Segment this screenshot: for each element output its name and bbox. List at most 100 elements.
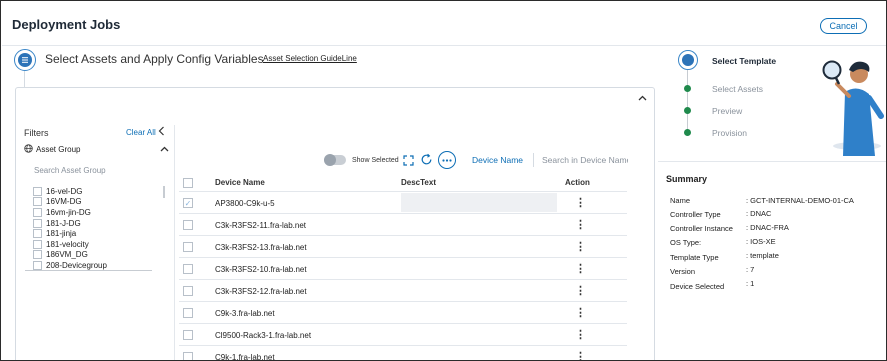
chevron-left-icon[interactable] (158, 126, 165, 139)
more-options-icon[interactable] (438, 151, 456, 169)
summary-value-controller-type: : DNAC (746, 209, 772, 218)
row-checkbox[interactable] (183, 242, 193, 252)
checkbox[interactable] (33, 218, 42, 228)
person-with-magnifier-illustration (809, 46, 886, 156)
asset-group-label: Asset Group (36, 145, 81, 154)
row-action-menu[interactable]: ⋮ (575, 284, 586, 297)
show-selected-toggle[interactable] (324, 154, 346, 166)
device-name-cell: Cl9500-Rack3-1.fra-lab.net (215, 331, 312, 340)
row-action-menu[interactable]: ⋮ (575, 218, 586, 231)
checkbox[interactable] (33, 207, 42, 217)
device-name-cell: C3k-R3FS2-11.fra-lab.net (215, 221, 306, 230)
page-header: Deployment Jobs Cancel (2, 2, 886, 46)
device-search-input[interactable]: Search in Device Name (542, 155, 628, 165)
show-selected-label: Show Selected (352, 157, 399, 164)
table-row[interactable]: C9k-3.fra-lab.net ⋮ (179, 302, 627, 324)
wizard-step-icon (678, 50, 698, 70)
row-checkbox[interactable] (183, 264, 193, 274)
asset-group-name: 16VM-DG (46, 197, 82, 207)
table-row[interactable]: C3k-R3FS2-13.fra-lab.net ⋮ (179, 236, 627, 258)
asset-group-item[interactable]: 16VM-DG (33, 197, 163, 208)
row-action-menu[interactable]: ⋮ (575, 262, 586, 275)
row-action-menu[interactable]: ⋮ (575, 350, 586, 360)
asset-group-item[interactable]: 186VM_DG (33, 250, 163, 261)
checkbox[interactable] (33, 229, 42, 239)
asset-group-item[interactable]: 181-J-DG (33, 218, 163, 229)
wizard-connector (687, 70, 688, 133)
section-title: Select Assets and Apply Config Variables (45, 52, 264, 66)
summary-value: 1 (750, 279, 755, 288)
summary-key-name: Name (670, 196, 691, 205)
asset-group-item[interactable]: 181-velocity (33, 239, 163, 250)
asset-list-divider (25, 270, 152, 271)
summary-value-version: : 7 (746, 265, 755, 274)
asset-group-item[interactable]: 208-Devicegroup (33, 260, 163, 270)
asset-selection-guideline-link[interactable]: Asset Selection GuideLine (263, 54, 357, 63)
desc-text-input[interactable] (401, 193, 557, 212)
summary-key-version: Version (670, 267, 696, 276)
wizard-step-dot (684, 107, 691, 114)
wizard-step-provision[interactable]: Provision (712, 128, 747, 138)
select-all-checkbox[interactable] (183, 178, 193, 188)
checkbox[interactable] (33, 186, 42, 196)
row-checkbox[interactable] (183, 220, 193, 230)
device-name-cell: C3k-R3FS2-10.fra-lab.net (215, 265, 307, 274)
tab-device-name[interactable]: Device Name (472, 155, 523, 165)
wizard-step-preview[interactable]: Preview (712, 106, 742, 116)
summary-value: IOS-XE (750, 237, 776, 246)
table-row[interactable]: ✓ AP3800-C9k-u-5 ⋮ (179, 192, 627, 214)
row-action-menu[interactable]: ⋮ (575, 306, 586, 319)
row-action-menu[interactable]: ⋮ (575, 196, 586, 209)
summary-key-template-type: Template Type (670, 253, 719, 262)
row-checkbox[interactable] (183, 352, 193, 360)
checkbox[interactable] (33, 260, 42, 270)
asset-group-name: 186VM_DG (46, 250, 88, 260)
row-action-menu[interactable]: ⋮ (575, 240, 586, 253)
asset-group-list: 16-vel-DG 16VM-DG 16vm-jin-DG 181-J-DG 1… (33, 186, 163, 270)
summary-value: GCT-INTERNAL-DEMO-01-CA (750, 196, 854, 205)
asset-group-item[interactable]: 16vm-jin-DG (33, 207, 163, 218)
toggle-knob (324, 154, 336, 166)
row-checkbox[interactable] (183, 286, 193, 296)
row-checkbox[interactable] (183, 330, 193, 340)
checkbox[interactable] (33, 239, 42, 249)
column-desc-text[interactable]: DescText (401, 178, 436, 187)
summary-value-os-type: : IOS-XE (746, 237, 776, 246)
asset-group-search-input[interactable]: Search Asset Group (34, 166, 106, 175)
refresh-icon[interactable] (419, 152, 434, 167)
cancel-button[interactable]: Cancel (820, 18, 867, 34)
device-name-cell: AP3800-C9k-u-5 (215, 199, 275, 208)
step-list-icon (14, 49, 36, 71)
row-action-menu[interactable]: ⋮ (575, 328, 586, 341)
summary-title: Summary (666, 174, 708, 184)
summary-key-device-selected: Device Selected (670, 282, 725, 291)
asset-group-item[interactable]: 16-vel-DG (33, 186, 163, 197)
column-device-name[interactable]: Device Name (215, 178, 265, 187)
row-checkbox[interactable]: ✓ (183, 198, 193, 208)
checkbox[interactable] (33, 197, 42, 207)
clear-all-link[interactable]: Clear All (126, 128, 156, 137)
summary-value-device-selected: : 1 (746, 279, 755, 288)
chevron-up-icon[interactable] (638, 93, 647, 103)
table-row[interactable]: Cl9500-Rack3-1.fra-lab.net ⋮ (179, 324, 627, 346)
checkbox[interactable] (33, 250, 42, 260)
device-name-cell: C3k-R3FS2-13.fra-lab.net (215, 243, 307, 252)
asset-list-scrollbar[interactable] (163, 186, 165, 198)
chevron-up-icon[interactable] (160, 145, 169, 154)
summary-value: DNAC-FRA (750, 223, 789, 232)
table-row[interactable]: C3k-R3FS2-12.fra-lab.net ⋮ (179, 280, 627, 302)
row-checkbox[interactable] (183, 308, 193, 318)
table-row[interactable]: C3k-R3FS2-11.fra-lab.net ⋮ (179, 214, 627, 236)
asset-group-header[interactable]: Asset Group (24, 144, 80, 155)
expand-icon[interactable] (401, 153, 415, 167)
table-row[interactable]: C3k-R3FS2-10.fra-lab.net ⋮ (179, 258, 627, 280)
asset-group-name: 208-Devicegroup (46, 260, 107, 270)
column-action: Action (565, 178, 590, 187)
wizard-step-select-template[interactable]: Select Template (712, 56, 776, 66)
summary-value-template-type: : template (746, 251, 779, 260)
device-name-cell: C9k-1.fra-lab.net (215, 353, 275, 361)
wizard-step-select-assets[interactable]: Select Assets (712, 84, 763, 94)
device-name-cell: C3k-R3FS2-12.fra-lab.net (215, 287, 307, 296)
asset-group-item[interactable]: 181-jinja (33, 228, 163, 239)
table-row[interactable]: C9k-1.fra-lab.net ⋮ (179, 346, 627, 361)
